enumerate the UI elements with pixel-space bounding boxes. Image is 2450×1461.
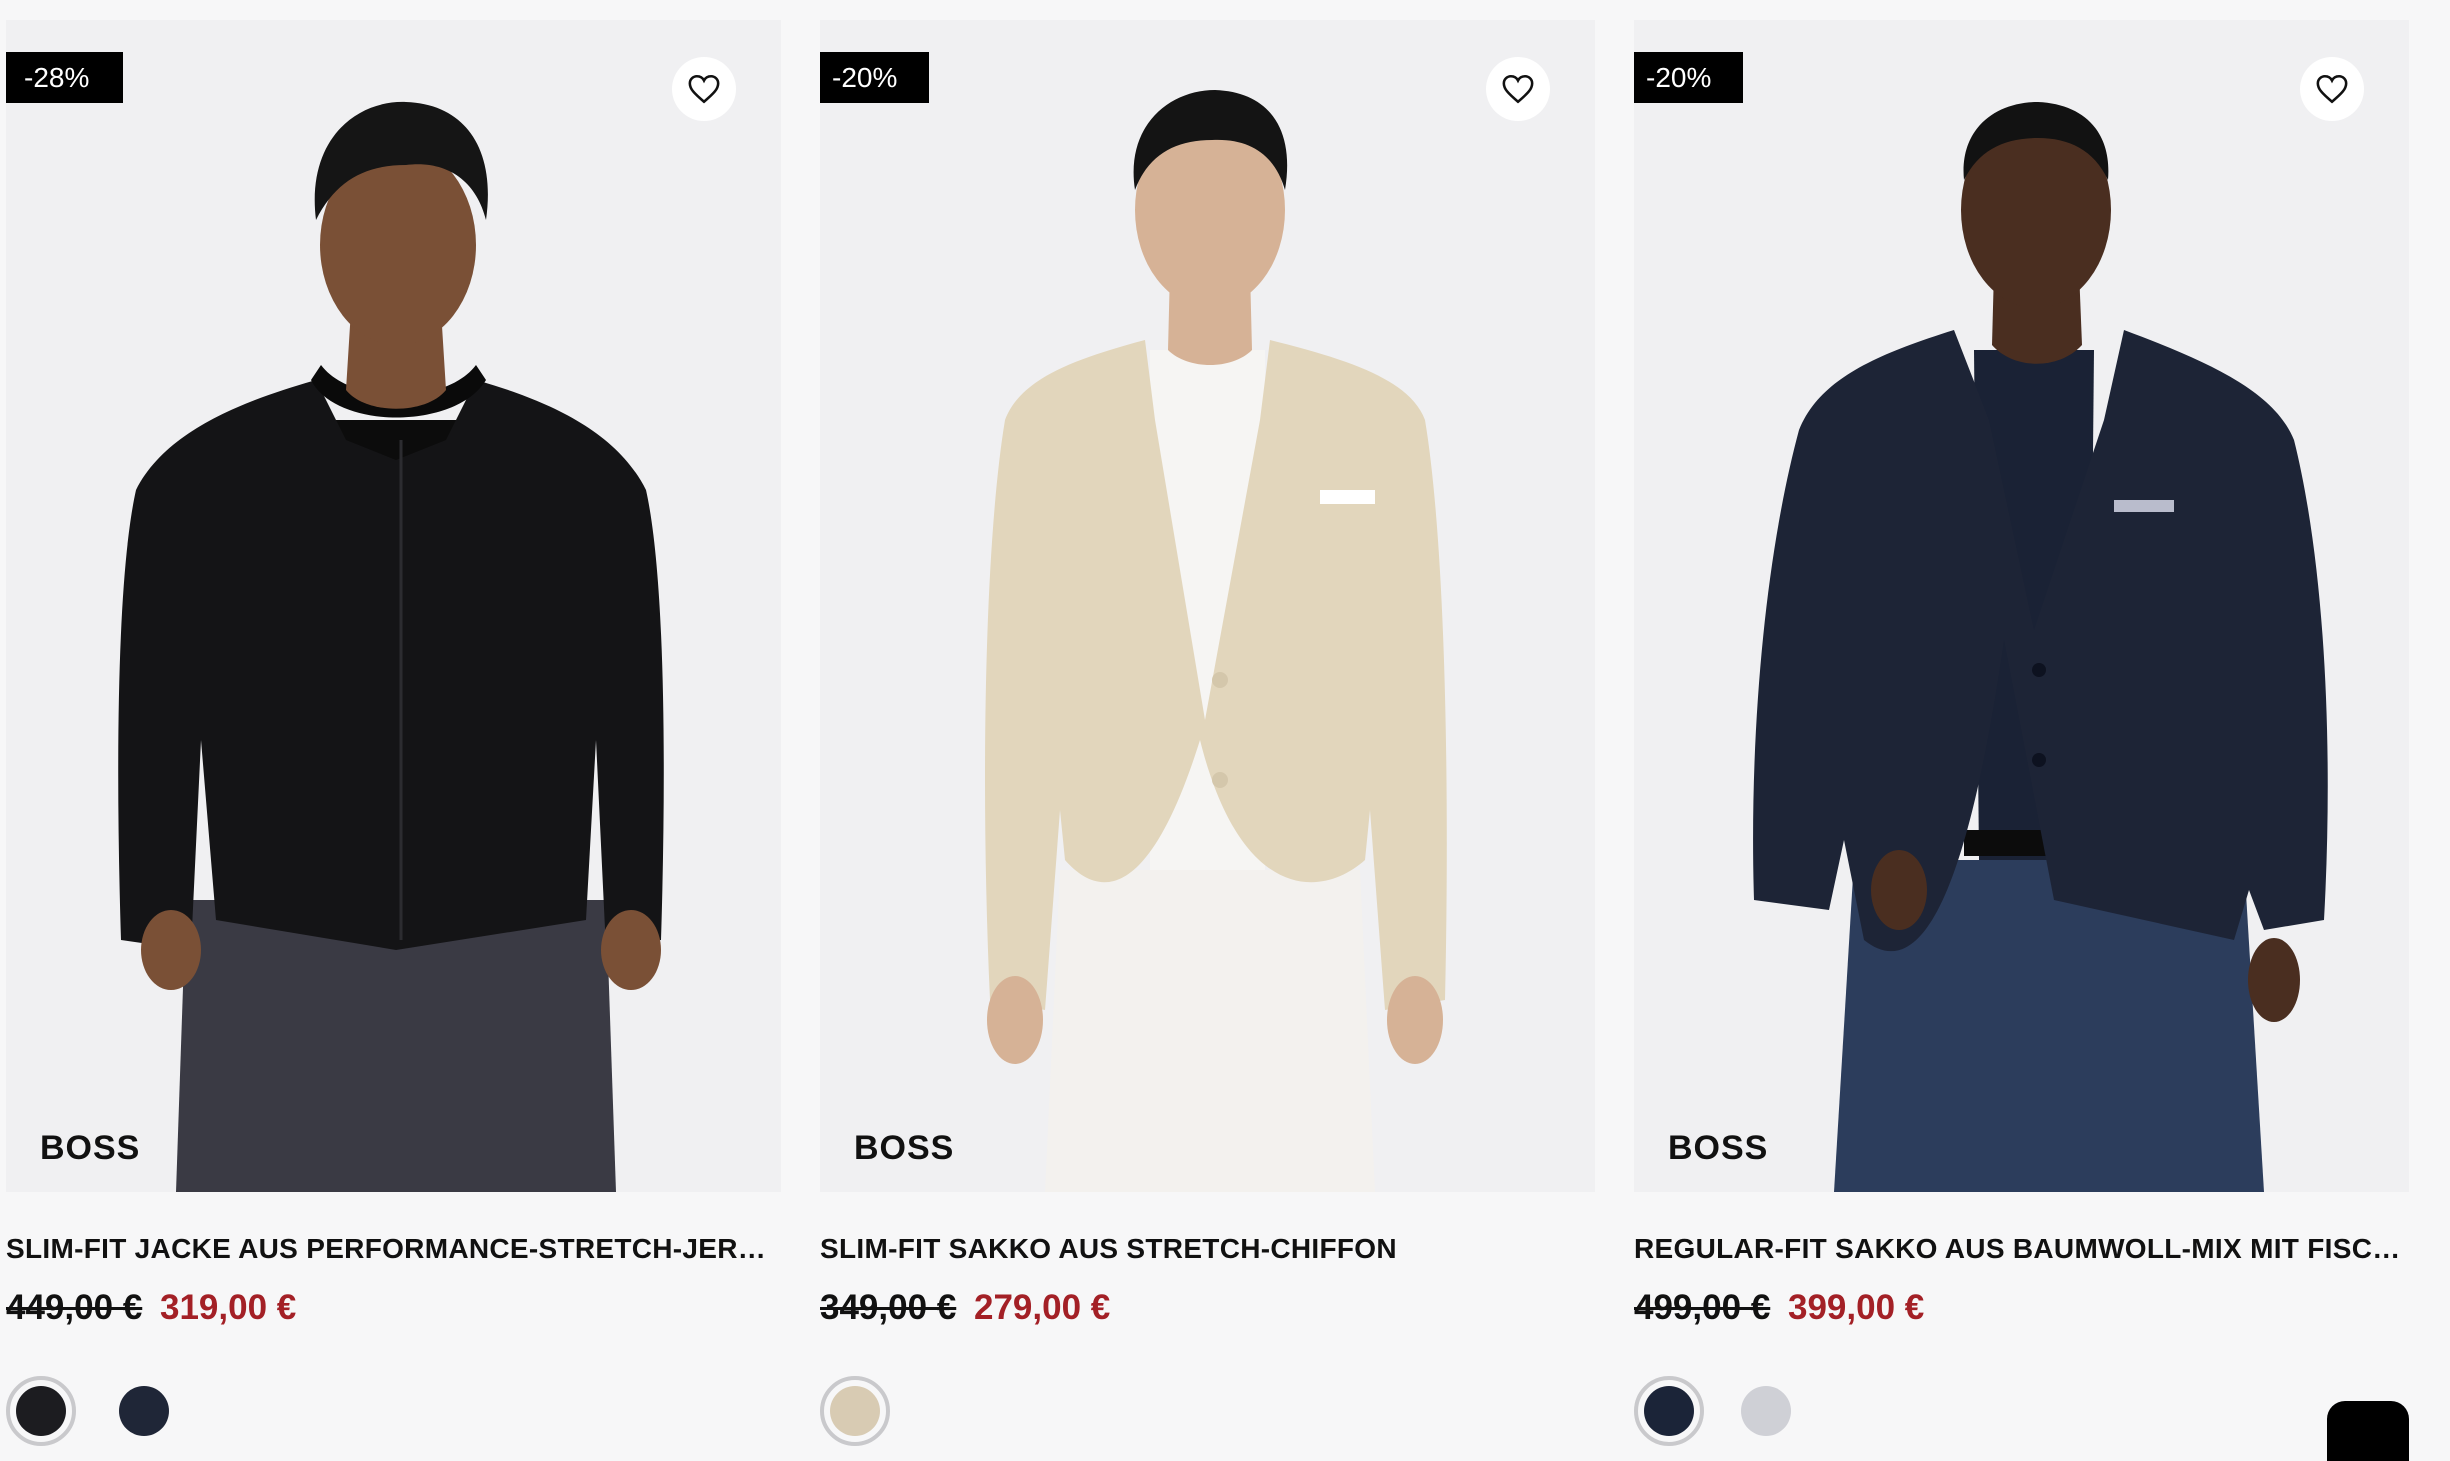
- price-block: 449,00 € 319,00 €: [6, 1288, 296, 1328]
- chat-icon[interactable]: [2327, 1401, 2409, 1461]
- sale-price: 279,00 €: [973, 1288, 1111, 1327]
- original-price: 449,00 €: [6, 1288, 143, 1327]
- product-image[interactable]: -20% BOSS: [1634, 20, 2409, 1192]
- heart-icon: [2316, 74, 2348, 104]
- product-card[interactable]: -20% BOSS SLIM-FIT SAKKO AUS STRETCH-CHI…: [820, 20, 1595, 1446]
- product-card[interactable]: -28% BOSS SLIM-FIT JACKE AUS PERFORMANCE…: [6, 20, 781, 1446]
- color-swatch[interactable]: [1731, 1376, 1801, 1446]
- sale-price: 399,00 €: [1787, 1288, 1925, 1327]
- color-swatch[interactable]: [109, 1376, 179, 1446]
- discount-badge: -28%: [6, 52, 124, 103]
- brand-label: BOSS: [40, 1129, 141, 1167]
- product-image[interactable]: -20% BOSS: [820, 20, 1595, 1192]
- heart-icon: [1502, 74, 1534, 104]
- color-swatch-selected[interactable]: [1634, 1376, 1704, 1446]
- wishlist-button[interactable]: [672, 57, 736, 121]
- wishlist-button[interactable]: [1486, 57, 1550, 121]
- product-grid: -28% BOSS SLIM-FIT JACKE AUS PERFORMANCE…: [0, 20, 2450, 1461]
- product-name[interactable]: REGULAR-FIT SAKKO AUS BAUMWOLL-MIX MIT F…: [1634, 1233, 2409, 1265]
- brand-label: BOSS: [1668, 1129, 1769, 1167]
- product-card[interactable]: -20% BOSS REGULAR-FIT SAKKO AUS BAUMWOLL…: [1634, 20, 2409, 1446]
- model-photo: [6, 20, 781, 1192]
- price-block: 349,00 € 279,00 €: [820, 1288, 1110, 1328]
- original-price: 349,00 €: [820, 1288, 957, 1327]
- wishlist-button[interactable]: [2300, 57, 2364, 121]
- discount-badge: -20%: [1634, 52, 1744, 103]
- original-price: 499,00 €: [1634, 1288, 1771, 1327]
- product-name[interactable]: SLIM-FIT JACKE AUS PERFORMANCE-STRETCH-J…: [6, 1233, 781, 1265]
- sale-price: 319,00 €: [159, 1288, 297, 1327]
- color-swatch-selected[interactable]: [820, 1376, 890, 1446]
- discount-badge: -20%: [820, 52, 930, 103]
- model-photo: [820, 20, 1595, 1192]
- product-name[interactable]: SLIM-FIT SAKKO AUS STRETCH-CHIFFON: [820, 1233, 1595, 1265]
- price-block: 499,00 € 399,00 €: [1634, 1288, 1924, 1328]
- brand-label: BOSS: [854, 1129, 955, 1167]
- heart-icon: [688, 74, 720, 104]
- model-photo: [1634, 20, 2409, 1192]
- product-image[interactable]: -28% BOSS: [6, 20, 781, 1192]
- color-swatch-selected[interactable]: [6, 1376, 76, 1446]
